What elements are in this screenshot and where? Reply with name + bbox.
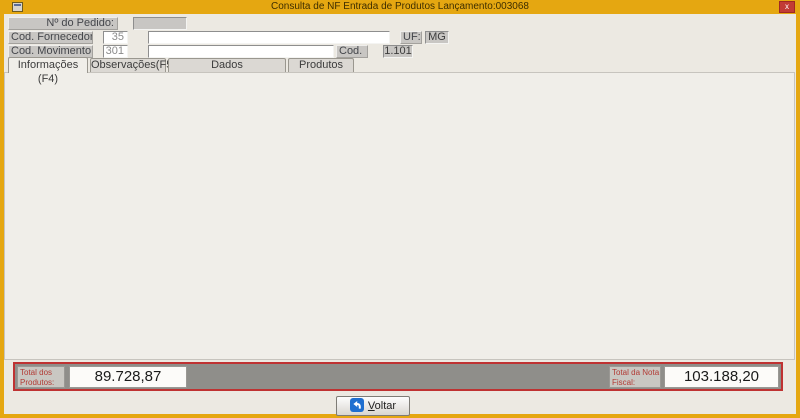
total-produtos-footer-label: Total dos Produtos: bbox=[17, 366, 65, 388]
tab-informacoes[interactable]: Informações (F4) bbox=[8, 57, 88, 73]
undo-arrow-icon bbox=[350, 398, 364, 412]
window: Consulta de NF Entrada de Produtos Lança… bbox=[0, 0, 800, 418]
totals-bar: Total dos Produtos: 89.728,87 Total da N… bbox=[13, 362, 783, 391]
total-nota-footer-label: Total da Nota Fiscal: bbox=[609, 366, 661, 388]
cod-label: Cod. bbox=[336, 45, 368, 58]
uf-value: MG bbox=[425, 31, 449, 44]
window-title: Consulta de NF Entrada de Produtos Lança… bbox=[0, 1, 800, 12]
uf-label: UF: bbox=[400, 31, 422, 44]
fornecedor-name-input[interactable] bbox=[148, 31, 390, 44]
total-produtos-footer-value: 89.728,87 bbox=[69, 366, 187, 388]
frame-right bbox=[796, 0, 800, 418]
movimento-name-input[interactable] bbox=[148, 45, 334, 58]
title-bar: Consulta de NF Entrada de Produtos Lança… bbox=[0, 0, 800, 14]
total-nota-footer-value: 103.188,20 bbox=[664, 366, 779, 388]
voltar-button[interactable]: Voltar bbox=[336, 396, 410, 416]
pedido-label: Nº do Pedido: bbox=[8, 17, 118, 30]
fornecedor-code-input[interactable]: 35 bbox=[103, 31, 128, 44]
movimento-code-input[interactable]: 301 bbox=[103, 45, 128, 58]
tab-produtos[interactable]: Produtos (F7) bbox=[288, 58, 354, 72]
tab-dados-complementares[interactable]: Dados Complementares(F6) bbox=[168, 58, 286, 72]
pedido-field bbox=[133, 17, 187, 30]
cod-value: 1.101 bbox=[383, 45, 413, 58]
tab-page-informacoes bbox=[4, 72, 795, 360]
fornecedor-label: Cod. Fornecedor: bbox=[8, 31, 93, 44]
close-icon[interactable]: x bbox=[779, 1, 795, 13]
tab-observacoes[interactable]: Observações(F5) bbox=[90, 58, 166, 72]
